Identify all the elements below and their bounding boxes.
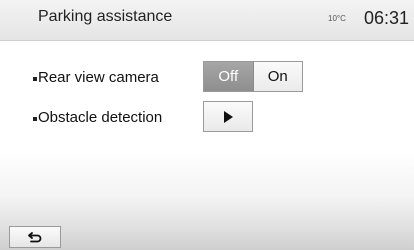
back-arrow-icon bbox=[28, 232, 42, 243]
toggle-off-button[interactable]: Off bbox=[204, 62, 254, 91]
bullet-icon bbox=[33, 77, 37, 81]
header-bar: Parking assistance 10°C 06:31 bbox=[0, 0, 414, 41]
parking-assistance-screen: Parking assistance 10°C 06:31 Rear view … bbox=[0, 0, 414, 250]
back-button[interactable] bbox=[9, 226, 61, 248]
toggle-on-button[interactable]: On bbox=[253, 62, 302, 91]
play-icon bbox=[223, 110, 233, 123]
rear-view-camera-label: Rear view camera bbox=[38, 69, 159, 86]
outside-temperature: 10°C bbox=[328, 14, 346, 23]
bullet-icon bbox=[33, 117, 37, 121]
obstacle-detection-label: Obstacle detection bbox=[38, 109, 163, 126]
rear-view-camera-toggle: Off On bbox=[203, 61, 303, 92]
obstacle-detection-open-button[interactable] bbox=[203, 101, 253, 132]
clock: 06:31 bbox=[364, 8, 410, 28]
page-title: Parking assistance bbox=[38, 8, 173, 25]
